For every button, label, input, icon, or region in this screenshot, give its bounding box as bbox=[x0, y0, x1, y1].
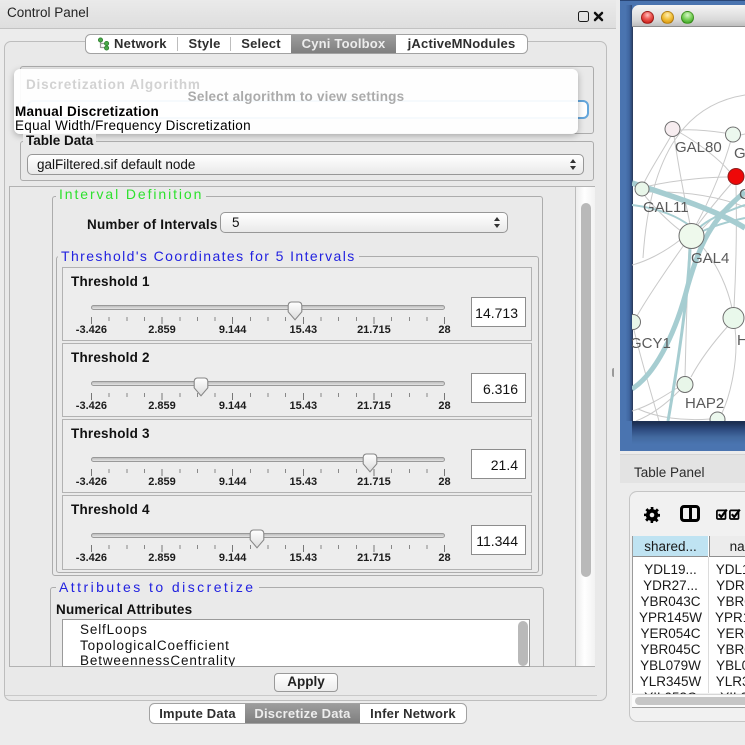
svg-text:C: C bbox=[739, 186, 745, 203]
svg-text:GA: GA bbox=[734, 145, 745, 162]
svg-text:HAP2: HAP2 bbox=[685, 395, 724, 412]
svg-text:GAL80: GAL80 bbox=[675, 139, 722, 156]
svg-text:GAL4: GAL4 bbox=[691, 250, 729, 267]
svg-text:H: H bbox=[737, 332, 745, 349]
svg-text:GCY1: GCY1 bbox=[632, 335, 671, 352]
svg-text:GAL11: GAL11 bbox=[643, 199, 689, 216]
